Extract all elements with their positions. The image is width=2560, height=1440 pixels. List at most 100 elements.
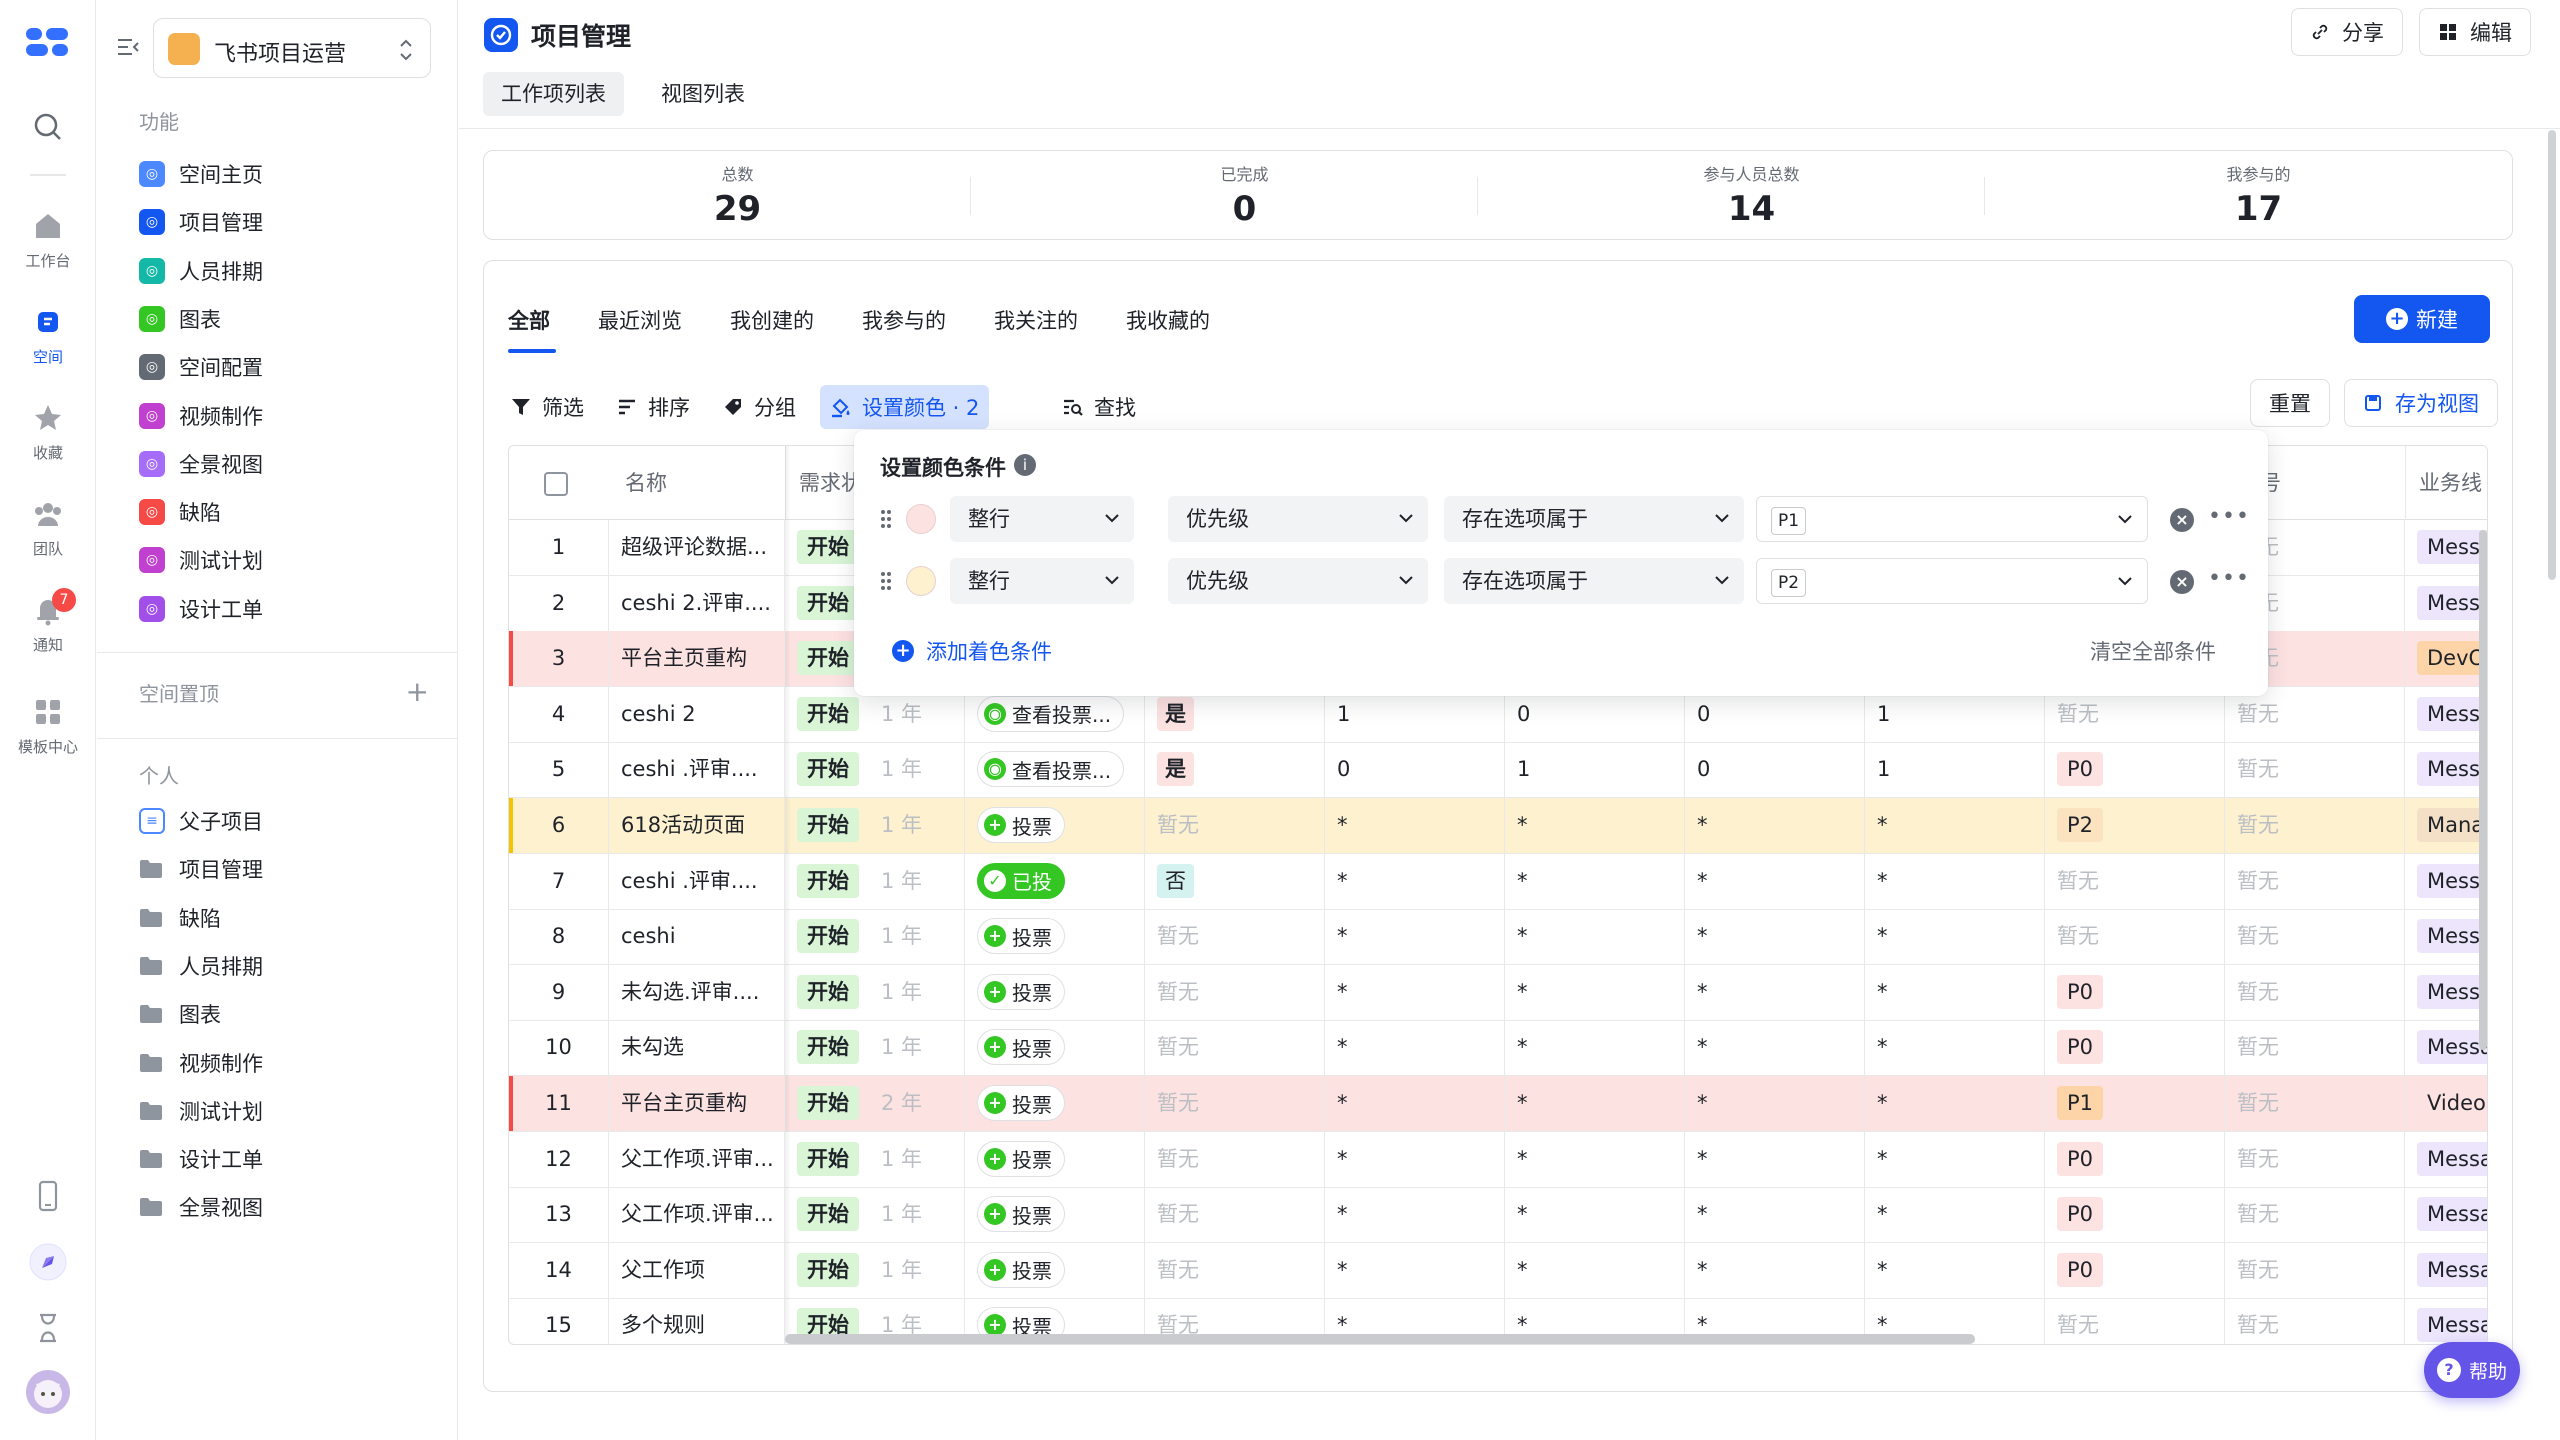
priority-cell[interactable]: P2 bbox=[2045, 798, 2225, 853]
sidebar-personal-item[interactable]: 人员排期 bbox=[139, 946, 439, 986]
metric-cell[interactable]: * bbox=[1325, 964, 1505, 1020]
page-scrollbar[interactable] bbox=[2548, 130, 2556, 580]
version-cell[interactable]: 暂无 bbox=[2225, 1131, 2405, 1187]
row-number-cell[interactable]: 14 bbox=[509, 1242, 609, 1298]
metric-cell[interactable]: * bbox=[1685, 1076, 1865, 1131]
table-row[interactable]: 5ceshi .评审....开始◉查看投票...是0101P0暂无Messag1… bbox=[509, 724, 2487, 799]
duration-cell[interactable]: 1 年 bbox=[871, 1020, 922, 1075]
table-row[interactable]: 14父工作项开始+投票暂无****P0暂无Messag1 年 bbox=[509, 1224, 2487, 1299]
help-button[interactable]: ? 帮助 bbox=[2424, 1342, 2520, 1398]
business-line-cell[interactable]: Messag bbox=[2405, 854, 2487, 909]
version-cell[interactable]: 暂无 bbox=[2225, 1187, 2405, 1243]
rail-item-team[interactable]: 团队 bbox=[0, 496, 96, 559]
row-number-cell[interactable]: 13 bbox=[509, 1187, 609, 1243]
metric-cell[interactable]: * bbox=[1325, 1020, 1505, 1076]
business-line-cell[interactable]: Messag bbox=[2405, 687, 2487, 742]
name-cell[interactable]: 父工作项.评审... bbox=[609, 1131, 785, 1187]
value-select[interactable]: P2 bbox=[1756, 558, 2148, 604]
name-cell[interactable]: ceshi .评审.... bbox=[609, 853, 785, 909]
metric-cell[interactable]: * bbox=[1505, 964, 1685, 1020]
table-row[interactable]: 12父工作项.评审...开始+投票暂无****P0暂无Messag1 年 bbox=[509, 1113, 2487, 1188]
field-select[interactable]: 优先级 bbox=[1168, 558, 1428, 604]
priority-cell[interactable]: 暂无 bbox=[2045, 909, 2225, 965]
priority-cell[interactable]: P0 bbox=[2045, 1020, 2225, 1076]
duration-cell[interactable]: 1 年 bbox=[871, 1132, 922, 1187]
business-line-cell[interactable]: Messag bbox=[2405, 576, 2487, 631]
duration-cell[interactable]: 1 年 bbox=[871, 1187, 922, 1242]
select-all-checkbox[interactable] bbox=[544, 472, 568, 496]
name-cell[interactable]: 父工作项 bbox=[609, 1242, 785, 1298]
duration-cell[interactable]: 1 年 bbox=[871, 798, 922, 853]
sidebar-personal-item[interactable]: 设计工单 bbox=[139, 1139, 439, 1179]
business-line-cell[interactable]: Messag bbox=[2405, 520, 2487, 575]
table-row[interactable]: 8ceshi开始+投票暂无****暂无暂无Messag1 年 bbox=[509, 891, 2487, 966]
app-logo-icon[interactable] bbox=[24, 24, 70, 60]
metric-cell[interactable]: * bbox=[1865, 853, 2045, 909]
duration-cell[interactable]: 1 年 bbox=[871, 909, 922, 964]
row-number-cell[interactable]: 4 bbox=[509, 686, 609, 742]
metric-cell[interactable]: * bbox=[1685, 853, 1865, 909]
name-cell[interactable]: ceshi .评审.... bbox=[609, 742, 785, 798]
version-cell[interactable]: 暂无 bbox=[2225, 1076, 2405, 1131]
set-color-button[interactable]: 设置颜色 · 2 bbox=[820, 385, 990, 429]
reset-button[interactable]: 重置 bbox=[2250, 379, 2330, 427]
table-row[interactable]: 6618活动页面开始+投票暂无****P2暂无Manage1 年 bbox=[509, 780, 2487, 854]
scope-select[interactable]: 整行 bbox=[950, 558, 1134, 604]
priority-cell[interactable]: P1 bbox=[2045, 1076, 2225, 1131]
row-number-cell[interactable]: 11 bbox=[509, 1076, 609, 1131]
version-cell[interactable]: 暂无 bbox=[2225, 1242, 2405, 1298]
sidebar-personal-item[interactable]: ≡ 父子项目 bbox=[139, 801, 439, 841]
business-line-cell[interactable]: Messag bbox=[2405, 1020, 2487, 1075]
row-number-cell[interactable]: 12 bbox=[509, 1131, 609, 1187]
row-number-cell[interactable]: 1 bbox=[509, 520, 609, 575]
metric-cell[interactable]: * bbox=[1865, 798, 2045, 853]
metric-cell[interactable]: * bbox=[1325, 1242, 1505, 1298]
metric-cell[interactable]: * bbox=[1505, 1242, 1685, 1298]
new-item-button[interactable]: + 新建 bbox=[2354, 295, 2490, 343]
version-cell[interactable]: 暂无 bbox=[2225, 742, 2405, 798]
sidebar-feature-item[interactable]: ◎ 图表 bbox=[139, 299, 439, 339]
metric-cell[interactable]: * bbox=[1505, 909, 1685, 965]
sidebar-feature-item[interactable]: ◎ 人员排期 bbox=[139, 251, 439, 291]
business-line-cell[interactable]: Messag bbox=[2405, 1187, 2487, 1242]
subtab-following[interactable]: 我关注的 bbox=[994, 305, 1078, 335]
name-cell[interactable]: 平台主页重构 bbox=[609, 1076, 785, 1131]
row-number-cell[interactable]: 7 bbox=[509, 853, 609, 909]
flag-cell[interactable]: 暂无 bbox=[1145, 909, 1325, 965]
flag-cell[interactable]: 否 bbox=[1145, 853, 1325, 909]
metric-cell[interactable]: * bbox=[1325, 1076, 1505, 1131]
duration-cell[interactable]: 2 年 bbox=[871, 1076, 922, 1131]
name-cell[interactable]: 未勾选 bbox=[609, 1020, 785, 1076]
subtab-favorited[interactable]: 我收藏的 bbox=[1126, 305, 1210, 335]
metric-cell[interactable]: * bbox=[1505, 1076, 1685, 1131]
metric-cell[interactable]: * bbox=[1505, 853, 1685, 909]
metric-cell[interactable]: * bbox=[1685, 909, 1865, 965]
flag-cell[interactable]: 暂无 bbox=[1145, 1187, 1325, 1243]
row-number-cell[interactable]: 2 bbox=[509, 575, 609, 631]
filter-button[interactable]: 筛选 bbox=[500, 385, 594, 429]
priority-cell[interactable]: P0 bbox=[2045, 964, 2225, 1020]
business-line-cell[interactable]: Messag bbox=[2405, 965, 2487, 1020]
subtab-all[interactable]: 全部 bbox=[508, 305, 550, 335]
metric-cell[interactable]: * bbox=[1865, 1020, 2045, 1076]
mobile-icon[interactable] bbox=[28, 1176, 68, 1216]
flag-cell[interactable]: 是 bbox=[1145, 742, 1325, 798]
scope-select[interactable]: 整行 bbox=[950, 496, 1134, 542]
name-cell[interactable]: 平台主页重构 bbox=[609, 631, 785, 687]
metric-cell[interactable]: * bbox=[1685, 798, 1865, 853]
sidebar-feature-item[interactable]: ◎ 空间配置 bbox=[139, 347, 439, 387]
metric-cell[interactable]: * bbox=[1505, 1020, 1685, 1076]
name-cell[interactable]: 超级评论数据... bbox=[609, 520, 785, 575]
search-icon[interactable] bbox=[31, 110, 65, 144]
metric-cell[interactable]: * bbox=[1505, 798, 1685, 853]
metric-cell[interactable]: * bbox=[1325, 853, 1505, 909]
subtab-created[interactable]: 我创建的 bbox=[730, 305, 814, 335]
table-row[interactable]: 10未勾选开始+投票暂无****P0暂无Messag1 年 bbox=[509, 1002, 2487, 1077]
duration-cell[interactable]: 1 年 bbox=[871, 1243, 922, 1298]
metric-cell[interactable]: * bbox=[1685, 964, 1865, 1020]
flag-cell[interactable]: 暂无 bbox=[1145, 1242, 1325, 1298]
sidebar-feature-item[interactable]: ◎ 全景视图 bbox=[139, 444, 439, 484]
drag-handle-icon[interactable] bbox=[880, 570, 892, 592]
name-cell[interactable]: ceshi 2.评审.... bbox=[609, 575, 785, 631]
column-header-name[interactable]: 名称 bbox=[609, 446, 785, 520]
